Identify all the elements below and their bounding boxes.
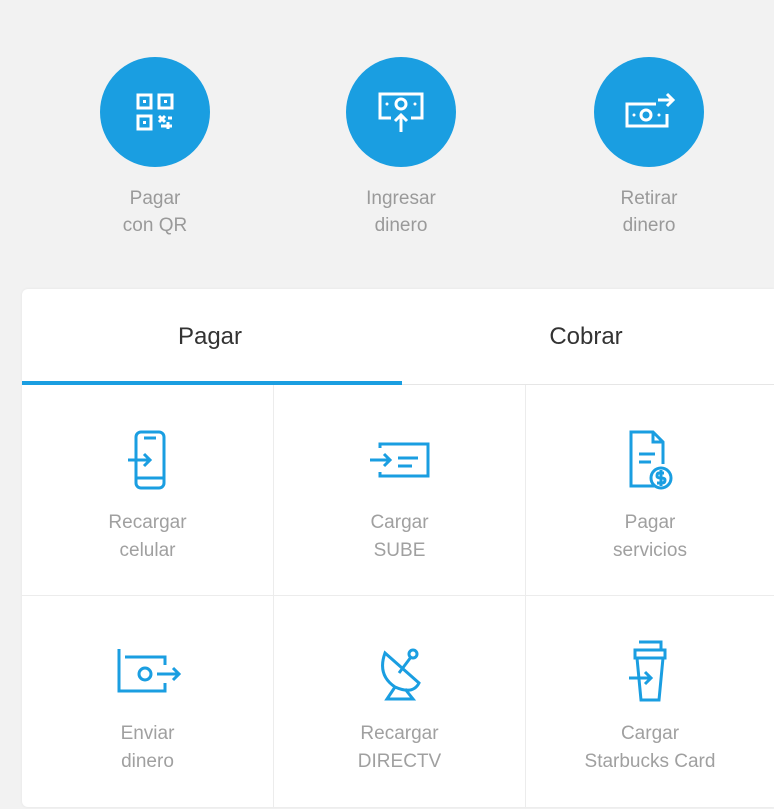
service-pay-bills[interactable]: Pagar servicios [526,385,774,596]
bill-payment-icon [629,430,673,490]
withdraw-money-icon [625,92,676,128]
services-grid: Recargar celular Cargar SUBE Pagar servi… [22,385,774,807]
service-recharge-directv[interactable]: Recargar DIRECTV [274,596,526,807]
deposit-circle [346,57,456,167]
satellite-dish-icon [380,648,421,701]
withdraw-money-label: Retirar dinero [620,188,678,236]
qr-circle [100,57,210,167]
service-label: Recargar celular [108,512,187,561]
service-load-sube[interactable]: Cargar SUBE [274,385,526,596]
tab-bar: Pagar Cobrar [22,289,774,385]
payments-screen: Pagar con QR Ingresar dinero Retirar din… [0,0,774,809]
deposit-money-button[interactable]: Ingresar dinero [316,57,486,239]
send-money-icon [117,649,181,693]
phone-recharge-icon [127,430,165,490]
service-label: Enviar dinero [120,723,175,772]
sube-card-icon [369,442,429,478]
deposit-money-label: Ingresar dinero [366,188,436,236]
service-label: Recargar DIRECTV [357,723,442,772]
service-label: Pagar servicios [613,512,687,561]
pay-with-qr-button[interactable]: Pagar con QR [70,57,240,239]
deposit-money-icon [378,92,424,132]
tab-cobrar[interactable]: Cobrar [398,289,774,385]
qr-code-icon [136,93,174,131]
coffee-cup-icon [629,640,667,702]
pay-with-qr-label: Pagar con QR [122,188,188,236]
withdraw-money-button[interactable]: Retirar dinero [564,57,734,239]
quick-actions: Pagar con QR Ingresar dinero Retirar din… [0,0,774,280]
service-load-starbucks-card[interactable]: Cargar Starbucks Card [526,596,774,807]
service-recharge-phone[interactable]: Recargar celular [22,385,274,596]
service-send-money[interactable]: Enviar dinero [22,596,274,807]
payments-card: Pagar Cobrar Recargar celular Cargar SUB… [22,289,774,807]
tab-pagar[interactable]: Pagar [22,289,398,385]
service-label: Cargar SUBE [370,512,429,561]
service-label: Cargar Starbucks Card [584,723,716,772]
withdraw-circle [594,57,704,167]
